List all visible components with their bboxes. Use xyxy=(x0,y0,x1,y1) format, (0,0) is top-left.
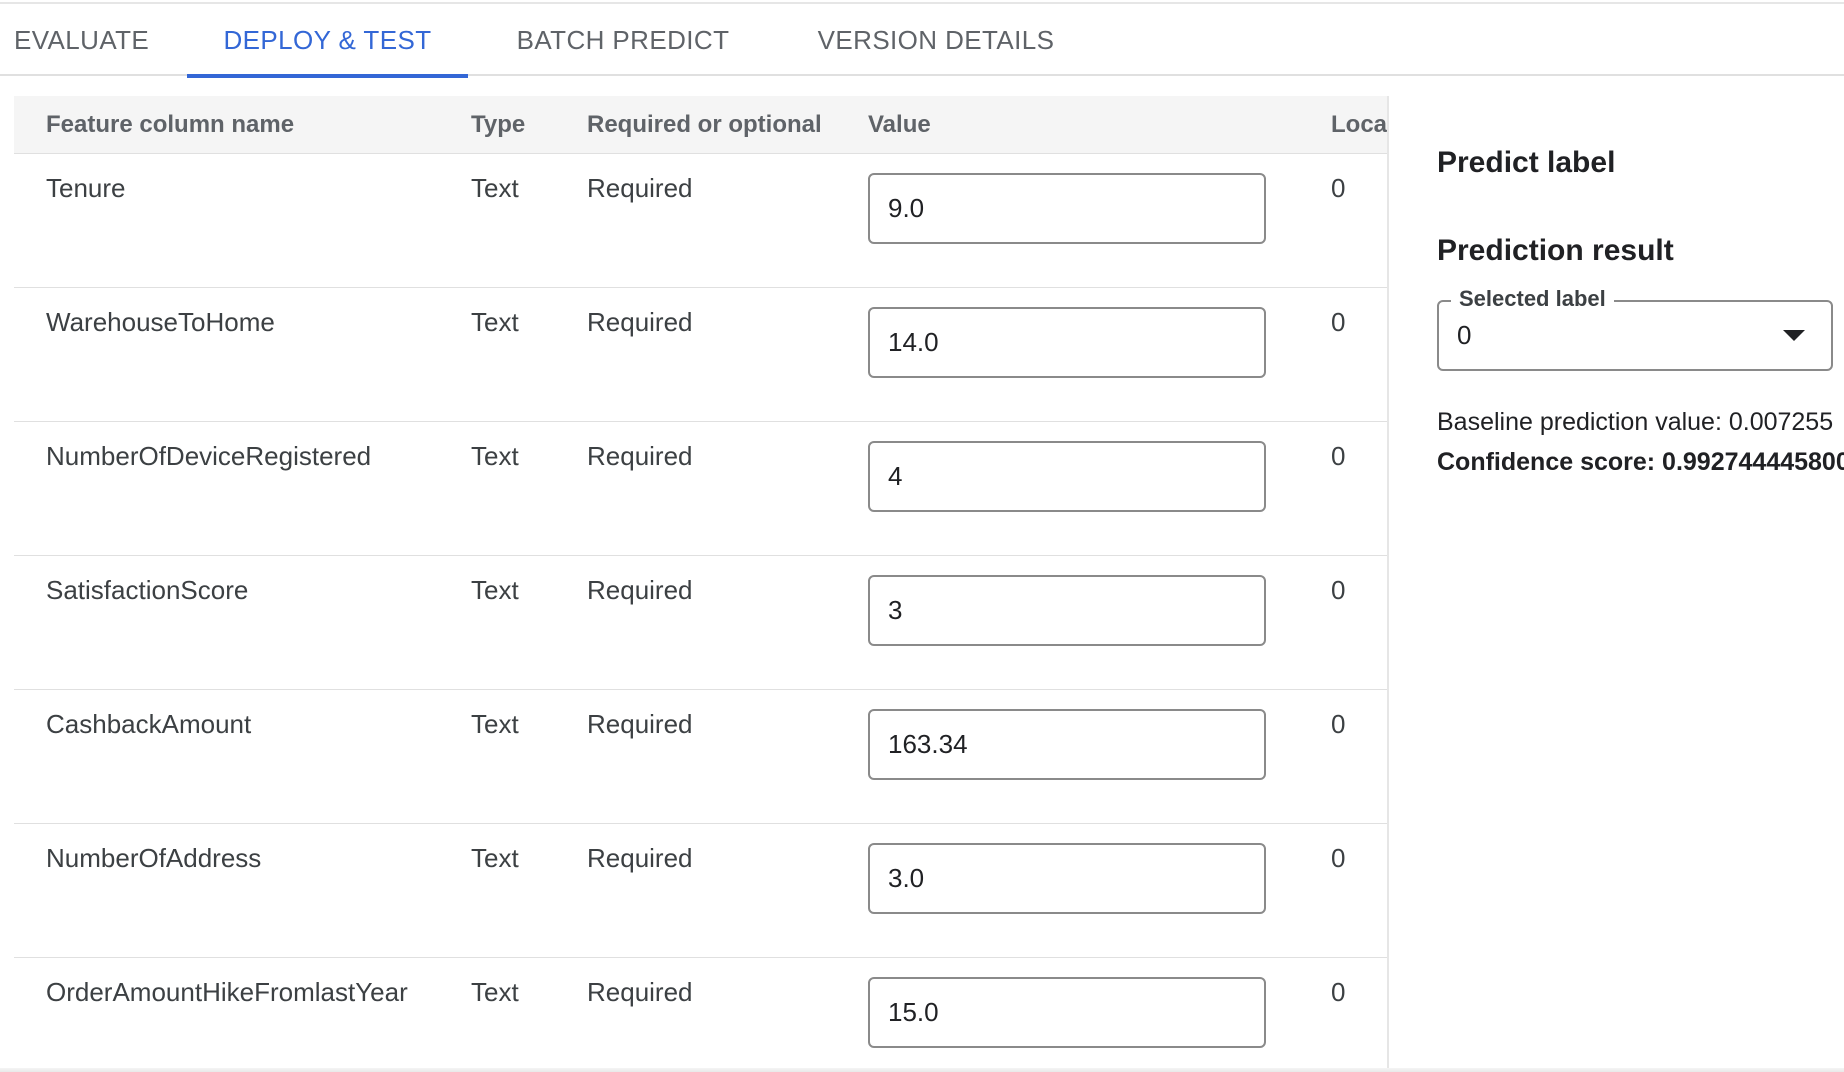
header-required-or-optional: Required or optional xyxy=(587,111,822,138)
table-row: Tenure Text Required 0 xyxy=(14,153,1388,288)
selected-label-legend: Selected label xyxy=(1451,286,1614,312)
value-input[interactable] xyxy=(868,575,1266,646)
feature-name: WarehouseToHome xyxy=(46,307,275,337)
feature-required: Required xyxy=(587,173,693,203)
local-value: 0 xyxy=(1331,709,1346,739)
feature-table: Feature column name Type Required or opt… xyxy=(14,96,1388,1072)
feature-required: Required xyxy=(587,843,693,873)
feature-required: Required xyxy=(587,441,693,471)
tab-version-details[interactable]: VERSION DETAILS xyxy=(795,4,1077,76)
tab-batch-predict[interactable]: BATCH PREDICT xyxy=(503,4,743,76)
prediction-panel: Predict label Prediction result Selected… xyxy=(1389,76,1844,1072)
header-value: Value xyxy=(868,111,931,138)
feature-name: NumberOfDeviceRegistered xyxy=(46,441,372,471)
selected-label-select[interactable]: Selected label 0 xyxy=(1437,286,1833,371)
tab-deploy-test[interactable]: DEPLOY & TEST xyxy=(187,4,468,78)
selected-label-value: 0 xyxy=(1457,320,1472,350)
value-input[interactable] xyxy=(868,709,1266,780)
bottom-edge xyxy=(0,1068,1844,1072)
feature-type: Text xyxy=(471,843,519,873)
tab-evaluate[interactable]: EVALUATE xyxy=(14,4,149,76)
feature-required: Required xyxy=(587,575,693,605)
table-row: NumberOfDeviceRegistered Text Required 0 xyxy=(14,421,1388,556)
feature-required: Required xyxy=(587,977,693,1007)
local-value: 0 xyxy=(1331,843,1346,873)
local-value: 0 xyxy=(1331,441,1346,471)
confidence-score: Confidence score: 0.992744445800 xyxy=(1437,448,1844,476)
feature-type: Text xyxy=(471,709,519,739)
feature-required: Required xyxy=(587,307,693,337)
baseline-prediction-value: Baseline prediction value: 0.007255 xyxy=(1437,408,1834,436)
predict-label-title: Predict label xyxy=(1437,146,1616,179)
table-row: OrderAmountHikeFromlastYear Text Require… xyxy=(14,957,1388,1072)
feature-type: Text xyxy=(471,173,519,203)
feature-name: CashbackAmount xyxy=(46,709,252,739)
value-input[interactable] xyxy=(868,441,1266,512)
deploy-test-page: EVALUATE DEPLOY & TEST BATCH PREDICT VER… xyxy=(0,0,1844,1072)
feature-type: Text xyxy=(471,441,519,471)
table-header: Feature column name Type Required or opt… xyxy=(14,96,1388,154)
local-value: 0 xyxy=(1331,977,1346,1007)
table-row: WarehouseToHome Text Required 0 xyxy=(14,287,1388,422)
feature-name: OrderAmountHikeFromlastYear xyxy=(46,977,408,1007)
feature-name: NumberOfAddress xyxy=(46,843,262,873)
value-input[interactable] xyxy=(868,173,1266,244)
feature-type: Text xyxy=(471,575,519,605)
value-input[interactable] xyxy=(868,307,1266,378)
header-type: Type xyxy=(471,111,526,138)
header-feature-column-name: Feature column name xyxy=(46,111,295,138)
local-value: 0 xyxy=(1331,307,1346,337)
feature-type: Text xyxy=(471,307,519,337)
tab-bar: EVALUATE DEPLOY & TEST BATCH PREDICT VER… xyxy=(0,4,1844,78)
header-local: Local xyxy=(1331,111,1388,138)
table-row: CashbackAmount Text Required 0 xyxy=(14,689,1388,824)
local-value: 0 xyxy=(1331,173,1346,203)
table-row: NumberOfAddress Text Required 0 xyxy=(14,823,1388,958)
feature-name: Tenure xyxy=(46,173,126,203)
caret-down-icon xyxy=(1783,330,1805,341)
value-input[interactable] xyxy=(868,977,1266,1048)
prediction-result-title: Prediction result xyxy=(1437,234,1674,267)
feature-type: Text xyxy=(471,977,519,1007)
table-row: SatisfactionScore Text Required 0 xyxy=(14,555,1388,690)
local-value: 0 xyxy=(1331,575,1346,605)
value-input[interactable] xyxy=(868,843,1266,914)
feature-name: SatisfactionScore xyxy=(46,575,249,605)
feature-required: Required xyxy=(587,709,693,739)
